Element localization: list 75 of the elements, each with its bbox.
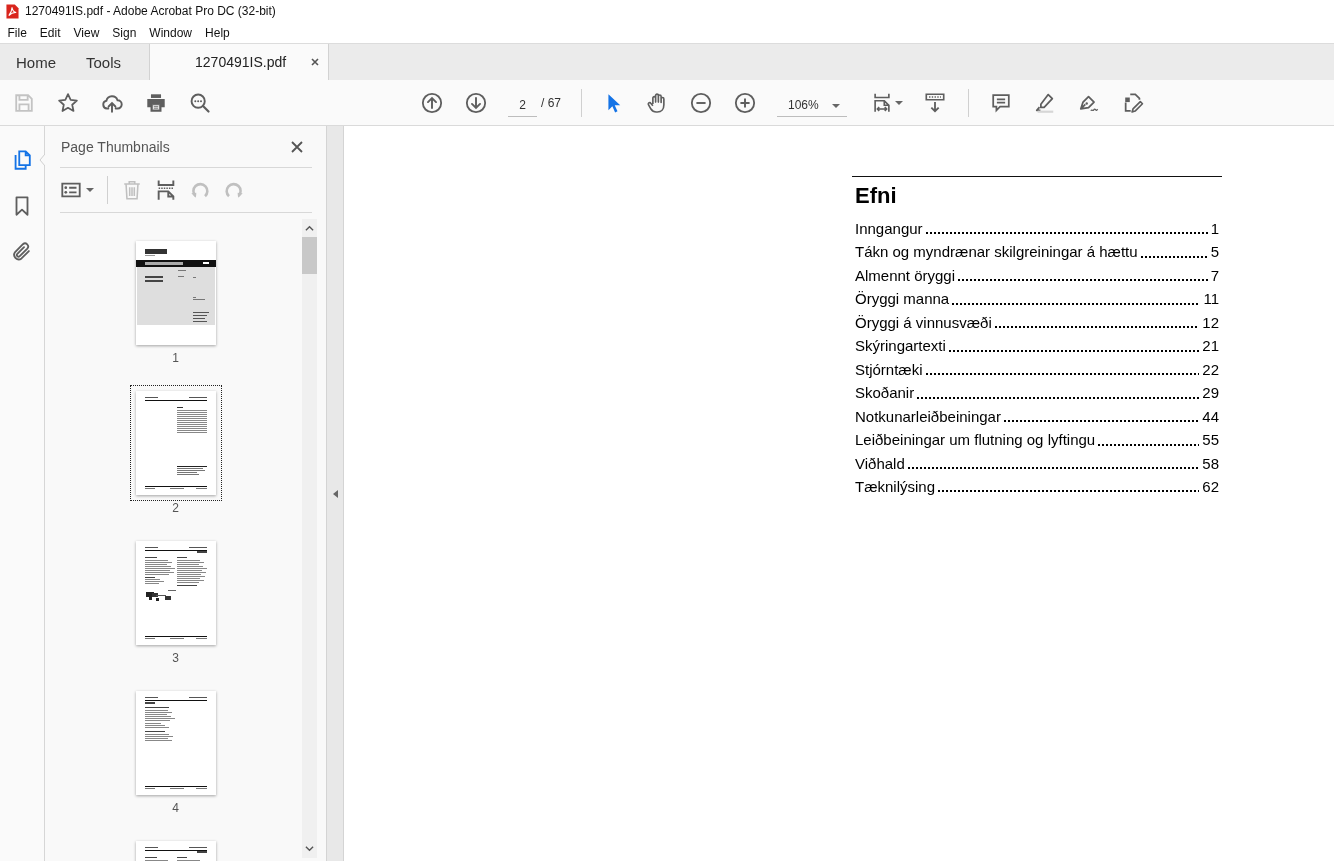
- scroll-down-icon: [924, 91, 946, 114]
- contents-page-number: 7: [1210, 265, 1219, 286]
- contents-entry: Viðhald: [855, 453, 905, 474]
- caret-icon: [895, 100, 903, 105]
- speech-bubble-icon: [990, 91, 1012, 114]
- contents-heading: Efni: [855, 183, 898, 209]
- insert-page-icon: [155, 179, 177, 201]
- caret-icon: [86, 188, 94, 192]
- collapse-arrow-icon[interactable]: [332, 489, 338, 498]
- pdf-file-icon: [6, 3, 19, 19]
- page-number-label: 3: [172, 651, 179, 665]
- panel-title: Page Thumbnails: [60, 138, 170, 155]
- nav-tab[interactable]: Home: [0, 44, 70, 80]
- contents-page-number: 62: [1202, 477, 1219, 497]
- highlighter-icon: [1034, 91, 1056, 114]
- contents-page-number: 21: [1202, 336, 1219, 357]
- tab-label: 1270491IS.pdf: [195, 54, 287, 70]
- arrow-down-circle-icon: [465, 91, 487, 114]
- page-number-label: 4: [172, 801, 179, 815]
- contents-page-number: 5: [1210, 242, 1219, 263]
- document-pencil-icon: [1122, 91, 1144, 114]
- contents-page-number: 12: [1202, 312, 1219, 333]
- contents-entry: Öryggi manna: [855, 289, 950, 310]
- contents-entry: Notkunarleiðbeiningar: [855, 406, 1001, 427]
- chevron-down-icon[interactable]: [305, 846, 314, 852]
- contents-entry: Skýringartexti: [855, 336, 946, 357]
- nav-tab[interactable]: Tools: [70, 44, 150, 80]
- contents-entry: Tæknilýsing: [855, 477, 936, 497]
- tab-label: Tools: [86, 53, 122, 71]
- menu-item[interactable]: Help: [198, 24, 237, 41]
- zoom-out-icon: [690, 91, 712, 114]
- hand-icon: [646, 91, 668, 114]
- window-title: 1270491IS.pdf - Adobe Acrobat Pro DC (32-bit): [25, 4, 276, 18]
- contents-entry: Inngangur: [855, 219, 923, 239]
- page-number-field[interactable]: 2: [508, 94, 537, 117]
- page-number-label: 2: [172, 501, 179, 515]
- contents-page-number: 44: [1202, 406, 1219, 427]
- contents-page-number: 58: [1202, 453, 1219, 474]
- star-icon: [57, 91, 79, 114]
- menu-item[interactable]: Window: [142, 24, 199, 41]
- zoom-field[interactable]: 106%: [777, 94, 847, 117]
- close-icon: [291, 140, 303, 153]
- contents-entry: Almennt öryggi: [855, 265, 956, 286]
- page-count: / 67: [541, 95, 561, 110]
- page-thumbnail[interactable]: [129, 385, 222, 501]
- fit-page-icon: [871, 91, 893, 114]
- menu-item[interactable]: Edit: [33, 24, 68, 41]
- arrow-up-circle-icon: [421, 91, 443, 114]
- caret-icon[interactable]: [832, 103, 840, 108]
- contents-entry: Leiðbeiningar um flutning og lyftingu: [855, 430, 1096, 451]
- contents-entry: Skoðanir: [855, 383, 915, 404]
- scrollbar-track[interactable]: [302, 219, 317, 858]
- document-tab[interactable]: 1270491IS.pdf: [149, 44, 330, 80]
- close-icon[interactable]: [311, 58, 320, 66]
- scrollbar-thumb[interactable]: [302, 237, 317, 274]
- printer-icon: [145, 91, 167, 114]
- contents-page-number: 29: [1202, 383, 1219, 404]
- trash-icon: [121, 179, 143, 201]
- tab-label: Home: [16, 53, 56, 71]
- chevron-up-icon[interactable]: [305, 225, 314, 231]
- contents-page-number: 1: [1210, 219, 1219, 239]
- page-number-label: 1: [172, 351, 179, 365]
- contents-entry: Öryggi á vinnusvæði: [855, 312, 992, 333]
- menu-item[interactable]: File: [1, 24, 34, 41]
- menu-item[interactable]: Sign: [105, 24, 143, 41]
- contents-page-number: 55: [1202, 430, 1219, 451]
- contents-entry: Stjórntæki: [855, 359, 923, 380]
- contents-page-number: 22: [1202, 359, 1219, 380]
- save-icon: [13, 91, 35, 114]
- menu-item[interactable]: View: [67, 24, 106, 41]
- contents-entry: Tákn og myndrænar skilgreiningar á hættu: [855, 242, 1138, 263]
- search-icon: [189, 91, 211, 114]
- paperclip-icon: [11, 241, 33, 263]
- contents-page-number: 11: [1203, 289, 1219, 310]
- zoom-in-icon: [734, 91, 756, 114]
